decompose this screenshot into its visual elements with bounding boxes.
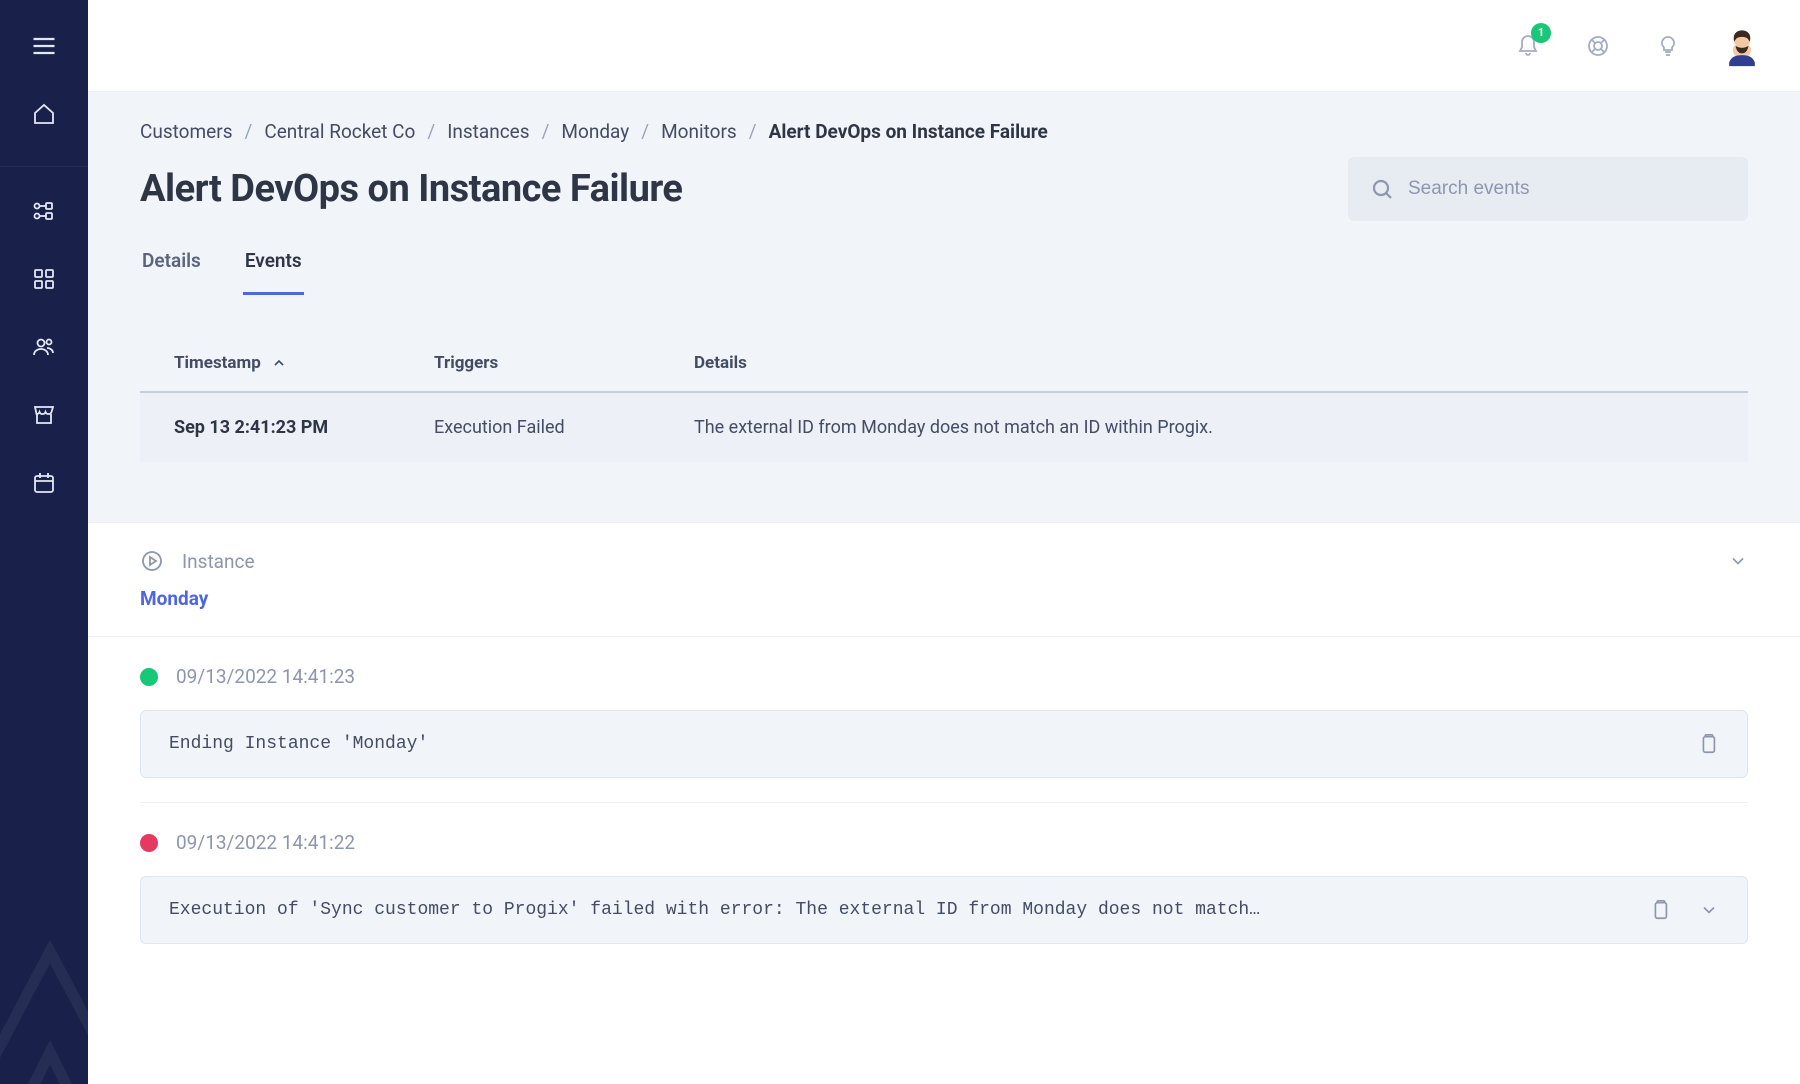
breadcrumb-item[interactable]: Monday bbox=[561, 120, 629, 143]
column-header-details[interactable]: Details bbox=[694, 353, 1714, 373]
column-label: Timestamp bbox=[174, 353, 261, 373]
sidebar-item-users[interactable] bbox=[24, 327, 64, 367]
breadcrumb-item[interactable]: Monitors bbox=[661, 120, 737, 143]
chevron-down-icon bbox=[1699, 900, 1719, 920]
log-body: Ending Instance 'Monday' bbox=[140, 710, 1748, 778]
search-icon bbox=[1370, 177, 1394, 201]
chevron-up-icon bbox=[271, 355, 287, 371]
column-header-triggers[interactable]: Triggers bbox=[434, 353, 694, 373]
events-table-area: Timestamp Triggers Details Sep 13 2:41:2… bbox=[88, 295, 1800, 522]
page-header: Customers/ Central Rocket Co/ Instances/… bbox=[88, 92, 1800, 295]
sidebar-item-marketplace[interactable] bbox=[24, 395, 64, 435]
chevron-down-icon bbox=[1728, 551, 1748, 571]
status-dot-error bbox=[140, 834, 158, 852]
log-timestamp: 09/13/2022 14:41:23 bbox=[176, 665, 355, 688]
instance-panel: Instance Monday bbox=[88, 522, 1800, 637]
main: 1 Customers/ Central Rocket Co/ Instance… bbox=[88, 0, 1800, 1084]
breadcrumb-current: Alert DevOps on Instance Failure bbox=[769, 120, 1048, 143]
log-expand-toggle[interactable] bbox=[1699, 900, 1719, 920]
cell-details: The external ID from Monday does not mat… bbox=[694, 417, 1714, 438]
tab-details[interactable]: Details bbox=[140, 249, 203, 295]
play-circle-icon bbox=[140, 549, 164, 573]
breadcrumb-item[interactable]: Customers bbox=[140, 120, 233, 143]
menu-toggle[interactable] bbox=[24, 26, 64, 66]
log-message: Ending Instance 'Monday' bbox=[169, 734, 428, 754]
cell-timestamp: Sep 13 2:41:23 PM bbox=[174, 417, 434, 438]
lifebuoy-icon bbox=[1586, 34, 1610, 58]
sidebar-logo-watermark bbox=[0, 924, 88, 1084]
sidebar-item-flows[interactable] bbox=[24, 191, 64, 231]
breadcrumb-item[interactable]: Central Rocket Co bbox=[264, 120, 415, 143]
notifications-badge: 1 bbox=[1531, 23, 1551, 43]
instance-expand-toggle[interactable] bbox=[1728, 551, 1748, 571]
clipboard-icon bbox=[1697, 733, 1719, 755]
clipboard-icon bbox=[1649, 899, 1671, 921]
tips-button[interactable] bbox=[1648, 26, 1688, 66]
copy-button[interactable] bbox=[1697, 733, 1719, 755]
breadcrumb-item[interactable]: Instances bbox=[447, 120, 529, 143]
search-input[interactable] bbox=[1408, 178, 1726, 200]
help-button[interactable] bbox=[1578, 26, 1618, 66]
avatar-icon bbox=[1720, 24, 1764, 68]
notifications-button[interactable]: 1 bbox=[1508, 26, 1548, 66]
events-table-header: Timestamp Triggers Details bbox=[140, 335, 1748, 393]
sidebar-item-calendar[interactable] bbox=[24, 463, 64, 503]
tabs: Details Events bbox=[140, 249, 1748, 295]
table-row[interactable]: Sep 13 2:41:23 PM Execution Failed The e… bbox=[140, 393, 1748, 462]
logs: 09/13/2022 14:41:23 Ending Instance 'Mon… bbox=[88, 637, 1800, 1028]
sidebar-divider bbox=[0, 166, 88, 167]
content: Timestamp Triggers Details Sep 13 2:41:2… bbox=[88, 295, 1800, 1084]
log-timestamp: 09/13/2022 14:41:22 bbox=[176, 831, 355, 854]
topbar: 1 bbox=[88, 0, 1800, 92]
log-entry: 09/13/2022 14:41:22 Execution of 'Sync c… bbox=[140, 802, 1748, 968]
instance-link[interactable]: Monday bbox=[140, 587, 1748, 610]
sidebar-item-apps[interactable] bbox=[24, 259, 64, 299]
sidebar-item-home[interactable] bbox=[24, 94, 64, 134]
search-box[interactable] bbox=[1348, 157, 1748, 221]
avatar[interactable] bbox=[1718, 22, 1766, 70]
page-title: Alert DevOps on Instance Failure bbox=[140, 167, 682, 211]
log-body: Execution of 'Sync customer to Progix' f… bbox=[140, 876, 1748, 944]
column-header-timestamp[interactable]: Timestamp bbox=[174, 353, 434, 373]
sidebar bbox=[0, 0, 88, 1084]
cell-trigger: Execution Failed bbox=[434, 417, 694, 438]
instance-label: Instance bbox=[182, 550, 255, 573]
lightbulb-icon bbox=[1656, 34, 1680, 58]
events-table: Timestamp Triggers Details Sep 13 2:41:2… bbox=[140, 335, 1748, 462]
breadcrumb: Customers/ Central Rocket Co/ Instances/… bbox=[140, 120, 1748, 143]
status-dot-success bbox=[140, 668, 158, 686]
log-entry: 09/13/2022 14:41:23 Ending Instance 'Mon… bbox=[140, 637, 1748, 802]
copy-button[interactable] bbox=[1649, 899, 1671, 921]
log-message: Execution of 'Sync customer to Progix' f… bbox=[169, 900, 1260, 920]
tab-events[interactable]: Events bbox=[243, 249, 304, 295]
